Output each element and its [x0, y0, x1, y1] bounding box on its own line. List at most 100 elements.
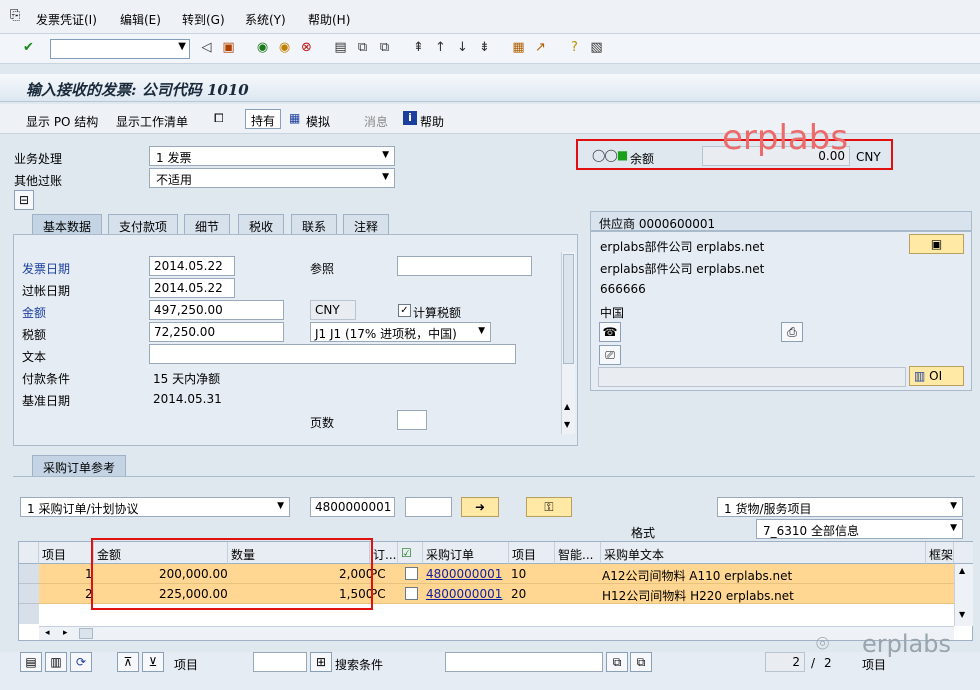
scroll-left-icon[interactable]: ◂: [45, 628, 50, 638]
other-posting-select[interactable]: 不适用 ▼: [149, 168, 395, 188]
last-page-icon[interactable]: ⇟: [476, 39, 493, 56]
show-po-structure-button[interactable]: 显示 PO 结构: [26, 113, 98, 130]
filter-icon[interactable]: ⊻: [142, 652, 164, 672]
next-page-icon[interactable]: ↓: [454, 39, 471, 56]
prev-page-icon[interactable]: ↑: [432, 39, 449, 56]
simulate-button[interactable]: 模拟: [306, 113, 330, 130]
back-arrow-icon[interactable]: ◁: [198, 39, 215, 56]
posting-date-field[interactable]: 2014.05.22: [149, 278, 235, 298]
po-ref-type-select[interactable]: 1 采购订单/计划协议 ▼: [20, 497, 290, 517]
row-po-link[interactable]: 4800000001: [426, 587, 502, 601]
menu-invoice[interactable]: 发票凭证(I): [36, 11, 97, 28]
select-all-icon[interactable]: ▤: [20, 652, 42, 672]
exit-icon[interactable]: ◉: [276, 39, 293, 56]
page-total: 2: [824, 656, 832, 670]
scroll-up-icon[interactable]: ▲: [959, 566, 965, 575]
tax-code-select[interactable]: J1 J1 (17% 进项税，中国) ▼: [310, 322, 491, 342]
phone-icon[interactable]: ☎: [599, 322, 621, 342]
print-icon[interactable]: ▤: [332, 39, 349, 56]
command-field[interactable]: ▼: [50, 39, 190, 59]
layout-select[interactable]: 7_6310 全部信息 ▼: [756, 519, 963, 539]
back-icon[interactable]: ◉: [254, 39, 271, 56]
help-button[interactable]: 帮助: [420, 113, 444, 130]
col-po-text[interactable]: 采购单文本: [601, 542, 926, 564]
split-icon[interactable]: ⧠: [214, 111, 224, 126]
row-ok-checkbox[interactable]: [405, 587, 418, 600]
item-type-select[interactable]: 1 货物/服务项目 ▼: [717, 497, 963, 517]
find-icon[interactable]: ⧉: [606, 652, 628, 672]
enter-check-icon[interactable]: ✔: [20, 39, 37, 56]
layout-icon[interactable]: ▧: [588, 39, 605, 56]
po-number-field[interactable]: 4800000001: [310, 497, 395, 517]
col-unit[interactable]: 订...: [370, 542, 398, 564]
show-worklist-button[interactable]: 显示工作清单: [116, 113, 188, 130]
col-po[interactable]: 采购订单: [423, 542, 509, 564]
po-search-button[interactable]: ⚿: [526, 497, 572, 517]
find-icon[interactable]: ⧉: [354, 39, 371, 56]
row-selector-1[interactable]: [19, 564, 39, 584]
col-settings[interactable]: [954, 542, 973, 564]
tax-amount-field[interactable]: 72,250.00: [149, 322, 284, 342]
messages-button[interactable]: 消息: [364, 113, 388, 130]
row-selector-2[interactable]: [19, 584, 39, 604]
scroll-down-icon[interactable]: ▼: [564, 420, 570, 429]
calc-tax-checkbox[interactable]: ✓: [398, 304, 411, 317]
transaction-select[interactable]: 1 发票 ▼: [149, 146, 395, 166]
shortcut-icon[interactable]: ↗: [532, 39, 549, 56]
fax-icon[interactable]: ⎚: [599, 345, 621, 365]
sort-asc-icon[interactable]: ⊼: [117, 652, 139, 672]
scroll-thumb[interactable]: [563, 254, 574, 364]
basic-panel-scrollbar[interactable]: ▲ ▼: [561, 252, 575, 434]
vendor-detail-button[interactable]: ▣: [909, 234, 964, 254]
help-icon[interactable]: ?: [566, 39, 583, 56]
col-ok[interactable]: ☑: [398, 542, 423, 564]
tab-po-reference[interactable]: 采购订单参考: [32, 455, 127, 476]
menu-icon[interactable]: ⎘: [10, 8, 20, 23]
pages-field[interactable]: [397, 410, 427, 430]
menu-help[interactable]: 帮助(H): [308, 11, 350, 28]
col-framework[interactable]: 框架: [926, 542, 954, 564]
menu-system[interactable]: 系统(Y): [245, 11, 286, 28]
deselect-icon[interactable]: ▥: [45, 652, 67, 672]
select-all-column[interactable]: [19, 542, 39, 564]
tab-tax[interactable]: 税收: [238, 214, 285, 234]
amount-field[interactable]: 497,250.00: [149, 300, 284, 320]
grid-vertical-scrollbar[interactable]: ▲ ▼: [954, 564, 973, 626]
tab-details[interactable]: 细节: [184, 214, 231, 234]
save-icon[interactable]: ▣: [220, 39, 237, 56]
col-smart[interactable]: 智能...: [555, 542, 601, 564]
tab-payment[interactable]: 支付款项: [108, 214, 179, 234]
tab-contact[interactable]: 联系: [291, 214, 338, 234]
menu-edit[interactable]: 编辑(E): [120, 11, 161, 28]
col-item[interactable]: 项目: [39, 542, 94, 564]
po-item-field[interactable]: [405, 497, 452, 517]
find-next-icon[interactable]: ⧉: [376, 39, 393, 56]
row-ok-checkbox[interactable]: [405, 567, 418, 580]
scroll-right-icon[interactable]: ▸: [63, 628, 68, 638]
scroll-up-icon[interactable]: ▲: [564, 402, 570, 411]
col-po-item[interactable]: 项目: [509, 542, 555, 564]
row-po-link[interactable]: 4800000001: [426, 567, 502, 581]
row-selector-3[interactable]: [19, 604, 39, 624]
first-page-icon[interactable]: ⇞: [410, 39, 427, 56]
scroll-thumb[interactable]: [79, 628, 93, 639]
tab-basic-data[interactable]: 基本数据: [32, 214, 103, 234]
new-session-icon[interactable]: ▦: [510, 39, 527, 56]
search-criteria-icon[interactable]: ⊞: [310, 652, 332, 672]
invoice-date-field[interactable]: 2014.05.22: [149, 256, 235, 276]
bottom-item-field[interactable]: [253, 652, 307, 672]
text-field[interactable]: [149, 344, 516, 364]
reference-field[interactable]: [397, 256, 532, 276]
cancel-icon[interactable]: ⊗: [298, 39, 315, 56]
open-items-button[interactable]: ▥ OI: [909, 366, 964, 386]
search-criteria-field[interactable]: [445, 652, 603, 672]
printer-icon[interactable]: ⎙: [781, 322, 803, 342]
header-detail-button[interactable]: ⊟: [14, 190, 34, 210]
po-transfer-button[interactable]: ➜: [461, 497, 499, 517]
hold-button[interactable]: 持有: [245, 109, 282, 129]
tab-notes[interactable]: 注释: [343, 214, 390, 234]
scroll-down-icon[interactable]: ▼: [959, 610, 965, 619]
find-next-icon[interactable]: ⧉: [630, 652, 652, 672]
menu-goto[interactable]: 转到(G): [182, 11, 225, 28]
refresh-icon[interactable]: ⟳: [70, 652, 92, 672]
